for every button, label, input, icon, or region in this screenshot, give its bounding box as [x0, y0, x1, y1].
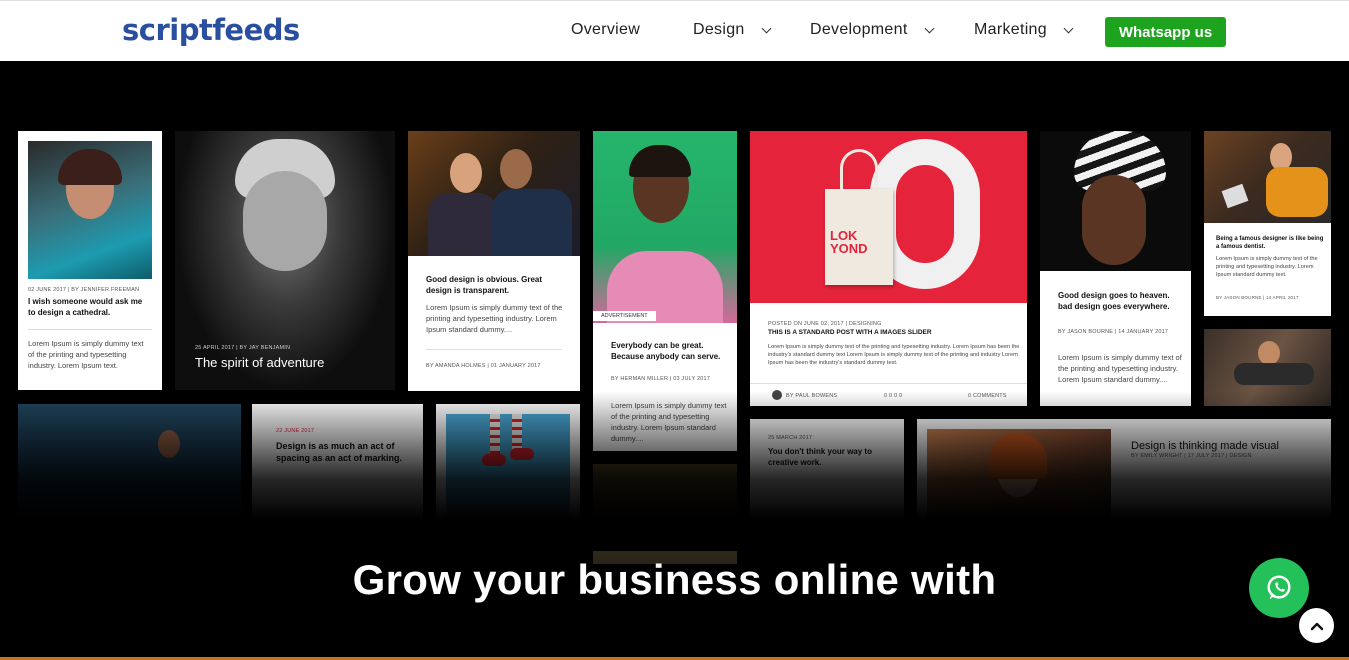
scriptfeeds-logo[interactable]: scriptfeeds — [122, 13, 300, 47]
card-title: Design is as much an act of spacing as a… — [276, 441, 403, 464]
blog-card[interactable]: Good design is obvious. Great design is … — [408, 131, 580, 391]
whatsapp-icon — [1267, 575, 1291, 600]
blog-card[interactable]: 02 JUNE 2017 | BY JENNIFER FREEMAN I wis… — [18, 131, 162, 390]
nav-overview-label: Overview — [571, 21, 641, 38]
blog-card[interactable]: 25 APRIL 2017 | BY JAY BENJAMIN The spir… — [175, 131, 395, 390]
divider — [426, 349, 562, 350]
blog-card[interactable]: Being a famous designer is like being a … — [1204, 131, 1331, 316]
card-meta: 02 JUNE 2017 | BY JENNIFER FREEMAN — [28, 287, 140, 293]
blog-card[interactable]: 22 JUNE 2017 Design is as much an act of… — [252, 404, 423, 544]
back-to-top-button[interactable] — [1299, 608, 1334, 643]
card-title: Good design goes to heaven. bad design g… — [1058, 291, 1170, 311]
nav-development[interactable]: Development — [810, 21, 935, 39]
whatsapp-float-button[interactable] — [1249, 558, 1309, 618]
card-meta: BY HERMAN MILLER | 03 JULY 2017 — [611, 376, 711, 382]
tote-bag-photo: LOK YOND — [750, 131, 1027, 303]
chevron-down-icon — [924, 23, 935, 33]
card-excerpt: Lorem Ipsum is simply dummy text of the … — [1216, 256, 1318, 279]
divider — [750, 383, 1027, 384]
card-meta: BY AMANDA HOLMES | 01 JANUARY 2017 — [426, 363, 541, 369]
card-excerpt: Lorem Ipsum is simply dummy text of the … — [768, 344, 1020, 367]
blog-card[interactable]: ADVERTISEMENT Everybody can be great. Be… — [593, 131, 737, 451]
top-navigation-bar: scriptfeeds Overview Design Development … — [0, 0, 1349, 61]
hero-headline: Grow your business online with — [352, 556, 997, 603]
card-excerpt: Lorem Ipsum is simply dummy text of the … — [426, 303, 563, 334]
friends-photo — [408, 131, 580, 256]
nav-marketing[interactable]: Marketing — [974, 21, 1074, 39]
blog-card[interactable]: LOK YOND POSTED ON JUNE 02, 2017 | DESIG… — [750, 131, 1027, 406]
card-title: I wish someone would ask me to design a … — [28, 297, 143, 317]
fitness-photo-card[interactable] — [1204, 329, 1331, 406]
nav-overview[interactable]: Overview — [571, 21, 640, 39]
card-meta: BY EMILY WRIGHT | 17 JULY 2017 | DESIGN — [1131, 453, 1252, 459]
portrait-photo — [28, 141, 152, 279]
card-title: The spirit of adventure — [195, 355, 325, 370]
smiling-woman-photo — [593, 131, 737, 323]
card-date: 25 MARCH 2017 — [768, 435, 813, 441]
card-excerpt: Lorem Ipsum is simply dummy text of the … — [1058, 353, 1182, 384]
card-title: THIS IS A STANDARD POST WITH A IMAGES SL… — [768, 329, 932, 336]
redhead-portrait-photo — [927, 429, 1111, 539]
card-title: Being a famous designer is like being a … — [1216, 236, 1324, 251]
headwrap-portrait-photo — [1040, 131, 1191, 271]
nav-design-label: Design — [693, 21, 745, 38]
card-meta: 25 APRIL 2017 | BY JAY BENJAMIN — [195, 345, 291, 351]
divider — [28, 329, 152, 330]
blog-card[interactable] — [436, 404, 580, 544]
nav-development-label: Development — [810, 21, 908, 38]
photo-card[interactable] — [593, 464, 737, 564]
card-excerpt: Lorem Ipsum is simply dummy text of the … — [28, 339, 144, 370]
card-meta: POSTED ON JUNE 02, 2017 | DESIGNING — [768, 321, 882, 327]
card-title: Good design is obvious. Great design is … — [426, 275, 543, 295]
tablet-reader-photo — [1204, 131, 1331, 223]
card-meta: BY JASON BOURNE | 14 JANUARY 2017 — [1058, 329, 1169, 335]
card-title: You don't think your way to creative wor… — [768, 447, 872, 467]
author-avatar — [772, 390, 782, 400]
card-date: 22 JUNE 2017 — [276, 428, 315, 434]
stage-photo-card[interactable] — [18, 404, 241, 544]
bag-logo-text: LOK YOND — [830, 228, 868, 256]
sneakers-photo — [446, 414, 570, 524]
card-author: BY PAUL BOWENS — [786, 393, 838, 399]
card-excerpt: Lorem Ipsum is simply dummy text of the … — [611, 401, 727, 443]
card-meta: BY JASON BOURNE | 14 APRIL 2017 — [1216, 295, 1299, 300]
card-comments[interactable]: 0 COMMENTS — [968, 393, 1007, 399]
card-title: Everybody can be great. Because anybody … — [611, 341, 721, 361]
blog-card[interactable]: Design is thinking made visual BY EMILY … — [917, 419, 1331, 549]
whatsapp-us-button[interactable]: Whatsapp us — [1105, 17, 1226, 47]
advertisement-badge: ADVERTISEMENT — [593, 311, 656, 321]
chevron-up-icon — [1310, 622, 1323, 630]
blog-card[interactable]: 25 MARCH 2017 You don't think your way t… — [750, 419, 904, 549]
card-title: Design is thinking made visual — [1131, 440, 1279, 452]
card-stat: 0 0 0 0 — [884, 393, 903, 399]
nav-design[interactable]: Design — [693, 21, 772, 39]
chevron-down-icon — [761, 23, 772, 33]
chevron-down-icon — [1063, 23, 1074, 33]
nav-marketing-label: Marketing — [974, 21, 1047, 38]
blog-card[interactable]: Good design goes to heaven. bad design g… — [1040, 131, 1191, 406]
